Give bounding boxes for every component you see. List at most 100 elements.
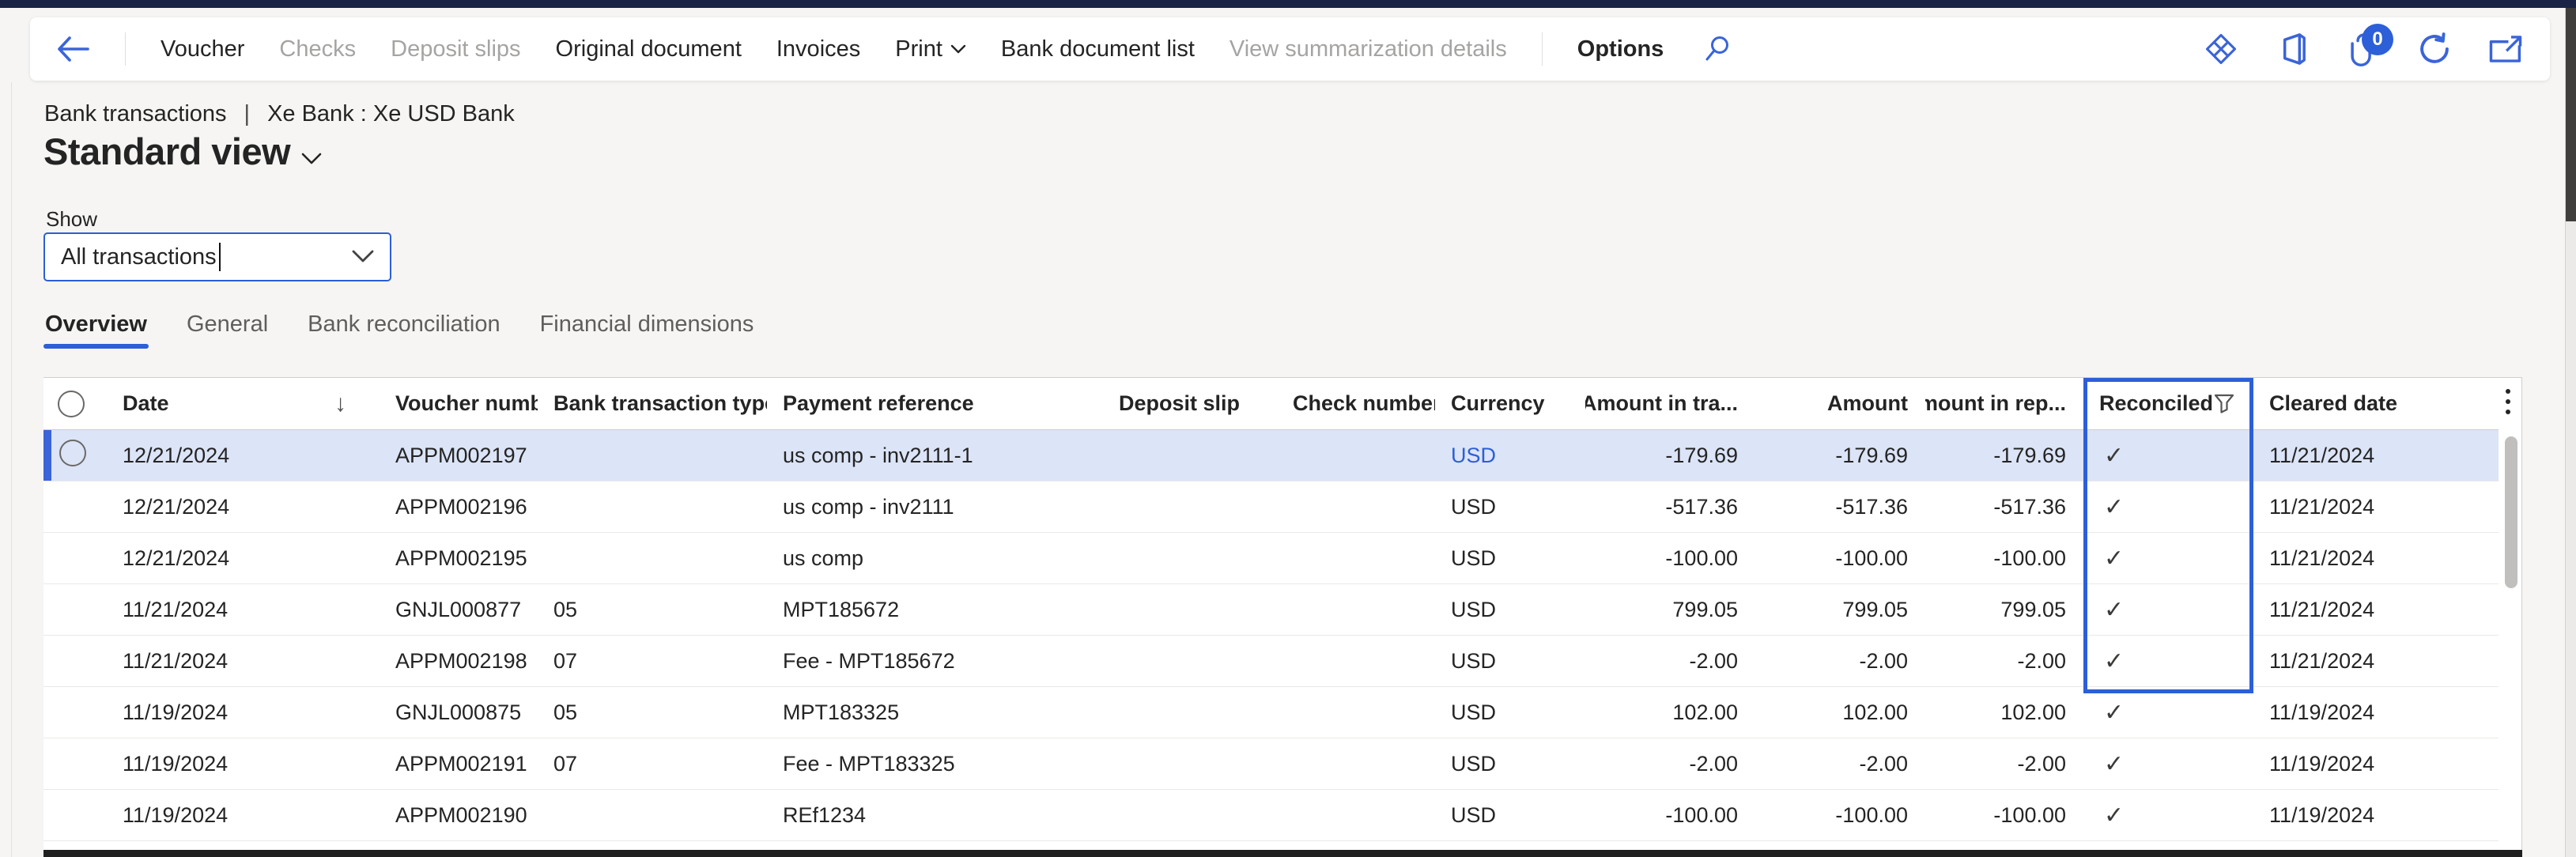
tab-overview[interactable]: Overview [43,307,149,353]
search-button[interactable] [1703,35,1732,63]
reconciled-check-icon: ✓ [2099,700,2124,726]
column-header-check[interactable]: Check number [1277,378,1435,429]
table-row[interactable]: 11/19/2024APPM002190REf1234USD-100.00-10… [43,790,2499,841]
table-row[interactable]: 11/21/2024APPM00219807Fee - MPT185672USD… [43,636,2499,687]
breadcrumb-bank-account[interactable]: Xe Bank : Xe USD Bank [267,101,515,127]
row-select-radio[interactable] [59,440,86,466]
cell-date: 12/21/2024 [107,495,380,519]
cell-date: 11/19/2024 [107,700,380,725]
cell-amount_rep: -2.00 [1925,752,2083,776]
refresh-button[interactable] [2417,32,2452,66]
cell-currency[interactable]: USD [1435,649,1585,674]
cell-amount: 799.05 [1755,598,1925,622]
back-button[interactable] [54,34,90,64]
cell-currency[interactable]: USD [1435,495,1585,519]
column-header-type[interactable]: Bank transaction type [538,378,767,429]
column-label: Date [123,391,169,416]
cell-currency[interactable]: USD [1435,803,1585,828]
grid-vertical-scrollbar[interactable] [2505,436,2517,588]
toolbar-item-bank-document-list[interactable]: Bank document list [1001,36,1195,62]
cell-cleared: 11/21/2024 [2253,649,2499,674]
show-combobox-value: All transactions [61,244,217,270]
open-in-new-window-button[interactable] [2488,32,2523,66]
column-header-amount[interactable]: Amount [1755,378,1925,429]
tab-general[interactable]: General [185,307,270,353]
filter-funnel-icon[interactable] [2213,393,2235,415]
column-header-cleared[interactable]: Cleared date [2253,378,2499,429]
toolbar-item-invoices[interactable]: Invoices [776,36,860,62]
cell-amount: -100.00 [1755,803,1925,828]
toolbar-item-label: View summarization details [1229,36,1507,62]
cell-date: 11/21/2024 [107,598,380,622]
column-label: Reconciled [2099,391,2213,416]
cell-cleared: 11/21/2024 [2253,444,2499,468]
cell-amount_tx: -2.00 [1585,752,1755,776]
cell-currency[interactable]: USD [1435,752,1585,776]
cell-currency[interactable]: USD [1435,700,1585,725]
top-navy-bar [0,0,2576,8]
text-cursor [219,243,221,271]
office-apps-button[interactable] [2275,32,2310,66]
select-all-radio[interactable] [58,391,85,417]
column-header-currency[interactable]: Currency [1435,378,1585,429]
tab-bank-reconciliation[interactable]: Bank reconciliation [306,307,501,353]
column-label: Deposit slip [1119,391,1240,416]
toolbar-item-checks: Checks [279,36,356,62]
page-scrollbar-thumb[interactable] [2566,8,2576,221]
toolbar-item-voucher[interactable]: Voucher [161,36,244,62]
cell-cleared: 11/19/2024 [2253,700,2499,725]
attachments-button[interactable]: 0 [2346,32,2381,66]
cell-payref: MPT183325 [767,700,1103,725]
reconciled-check-icon: ✓ [2099,648,2124,674]
toolbar-item-original-document[interactable]: Original document [556,36,742,62]
open-in-new-window-icon [2488,33,2523,65]
table-row[interactable]: 12/21/2024APPM002196us comp - inv2111USD… [43,481,2499,533]
dynamics-views-button[interactable] [2204,32,2238,66]
toolbar-item-print[interactable]: Print [895,36,966,62]
cell-cleared: 11/21/2024 [2253,495,2499,519]
column-label: Currency [1451,391,1545,416]
tab-financial-dimensions[interactable]: Financial dimensions [538,307,756,353]
transactions-grid: Date↓ Voucher numberBank transaction type… [43,377,2522,857]
cell-currency[interactable]: USD [1435,598,1585,622]
grid-more-options-button[interactable] [2506,389,2510,414]
cell-amount_rep: -2.00 [1925,649,2083,674]
cell-currency[interactable]: USD [1435,444,1585,468]
breadcrumb: Bank transactions | Xe Bank : Xe USD Ban… [44,101,515,127]
table-row[interactable]: 11/19/2024GNJL00087505MPT183325USD102.00… [43,687,2499,738]
cell-currency[interactable]: USD [1435,546,1585,571]
column-header-amount_tx[interactable]: Amount in tra... [1585,378,1755,429]
table-row[interactable]: 11/21/2024GNJL00087705MPT185672USD799.05… [43,584,2499,636]
search-icon [1703,35,1732,63]
cell-type: 05 [538,700,767,725]
toolbar-item-label: Deposit slips [391,36,520,62]
select-all-header[interactable] [43,378,107,429]
column-header-amount_rep[interactable]: Amount in rep... [1925,378,2083,429]
column-header-reconciled[interactable]: Reconciled [2083,378,2253,429]
column-header-voucher[interactable]: Voucher number [380,378,538,429]
chevron-down-icon [301,153,322,165]
table-row[interactable]: 11/19/2024APPM00219107Fee - MPT183325USD… [43,738,2499,790]
cell-amount_rep: 102.00 [1925,700,2083,725]
column-header-payref[interactable]: Payment reference [767,378,1103,429]
cell-date: 11/21/2024 [107,649,380,674]
tab-strip: Overview General Bank reconciliation Financ… [43,307,755,353]
column-label: Voucher number [395,391,538,416]
show-transactions-combobox[interactable]: All transactions [43,232,391,281]
toolbar-item-label: Bank document list [1001,36,1195,62]
back-arrow-icon [59,38,88,60]
column-header-deposit[interactable]: Deposit slip [1103,378,1277,429]
reconciled-check-icon: ✓ [2099,494,2124,520]
table-row[interactable]: 12/21/2024APPM002195us compUSD-100.00-10… [43,533,2499,584]
cell-reconciled: ✓ [2083,802,2253,829]
grid-horizontal-scrollbar[interactable] [43,850,2522,857]
chevron-down-icon [352,250,374,264]
cell-payref: us comp [767,546,1103,571]
column-header-date[interactable]: Date↓ [107,378,380,429]
breadcrumb-bank-transactions[interactable]: Bank transactions [44,101,227,127]
options-button[interactable]: Options [1577,36,1664,62]
table-row[interactable]: 12/21/2024APPM002197us comp - inv2111-1U… [43,430,2499,481]
cell-amount: -517.36 [1755,495,1925,519]
view-selector[interactable]: Standard view [43,130,322,173]
cell-voucher: APPM002191 [380,752,538,776]
